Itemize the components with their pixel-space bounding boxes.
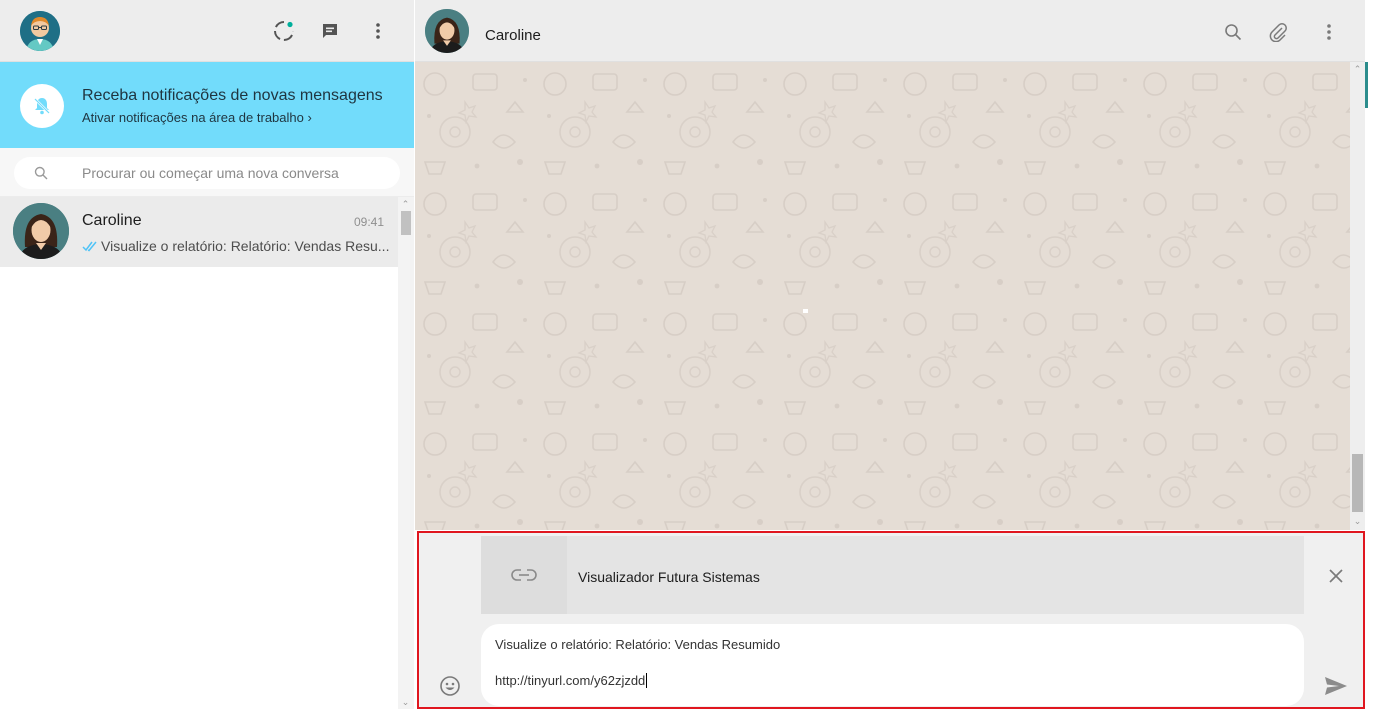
window-edge (1365, 0, 1373, 709)
scroll-thumb[interactable] (1352, 454, 1363, 512)
chat-time: 09:41 (353, 215, 384, 229)
read-ticks-icon (82, 241, 98, 252)
edge-accent (1365, 62, 1368, 108)
conversation-pane: Caroline ⌃ ⌄ Visualizador Futura Sistema… (415, 0, 1373, 709)
new-chat-icon[interactable] (318, 19, 342, 43)
scroll-down-icon[interactable]: ⌄ (1352, 516, 1363, 526)
scroll-thumb[interactable] (401, 211, 411, 235)
compose-area: Visualizador Futura Sistemas Visualize o… (417, 531, 1365, 709)
conversation-scrollbar[interactable]: ⌃ ⌄ (1350, 62, 1365, 530)
text-cursor (646, 673, 648, 688)
doodle-wallpaper (415, 62, 1350, 530)
muted-bell-icon (20, 84, 64, 128)
send-icon[interactable] (1323, 673, 1349, 699)
left-header (0, 0, 414, 62)
menu-icon[interactable] (366, 19, 390, 43)
search-icon (34, 166, 48, 185)
chat-list-scrollbar[interactable]: ⌃ ⌄ (398, 197, 414, 709)
notification-title: Receba notificações de novas mensagens (82, 87, 383, 104)
close-icon[interactable] (1325, 565, 1347, 587)
enable-notifications-link[interactable]: Ativar notificações na área de trabalho … (82, 110, 312, 125)
message-input[interactable]: Visualize o relatório: Relatório: Vendas… (481, 624, 1304, 706)
contact-name: Caroline (485, 27, 541, 44)
chat-name: Caroline (82, 212, 142, 229)
menu-icon[interactable] (1317, 20, 1341, 44)
contact-avatar[interactable] (425, 9, 469, 53)
contact-avatar (13, 203, 69, 259)
chat-preview: Visualize o relatório: Relatório: Vendas… (82, 238, 389, 254)
link-icon (481, 536, 567, 614)
conversation-header: Caroline (415, 0, 1365, 62)
message-line-1: Visualize o relatório: Relatório: Vendas… (495, 637, 781, 652)
search-bar (0, 148, 414, 197)
attach-icon[interactable] (1266, 20, 1290, 44)
chat-list-item[interactable]: Caroline 09:41 Visualize o relatório: Re… (0, 197, 398, 267)
link-preview-title: Visualizador Futura Sistemas (578, 569, 760, 585)
search-icon[interactable] (1221, 20, 1245, 44)
scroll-down-icon[interactable]: ⌄ (400, 697, 411, 707)
chat-preview-text: Visualize o relatório: Relatório: Vendas… (101, 238, 390, 254)
message-line-2: http://tinyurl.com/y62zjzdd (495, 673, 646, 688)
status-icon[interactable] (272, 19, 296, 43)
notification-banner: Receba notificações de novas mensagens A… (0, 62, 414, 148)
search-input[interactable] (82, 157, 382, 189)
link-preview[interactable]: Visualizador Futura Sistemas (481, 536, 1304, 614)
emoji-icon[interactable] (437, 673, 463, 699)
scroll-up-icon[interactable]: ⌃ (1352, 64, 1363, 74)
chat-list-pane: Receba notificações de novas mensagens A… (0, 0, 414, 709)
search-box[interactable] (14, 157, 400, 189)
conversation-background (415, 62, 1350, 530)
my-avatar[interactable] (20, 11, 60, 51)
scroll-up-icon[interactable]: ⌃ (400, 199, 411, 209)
